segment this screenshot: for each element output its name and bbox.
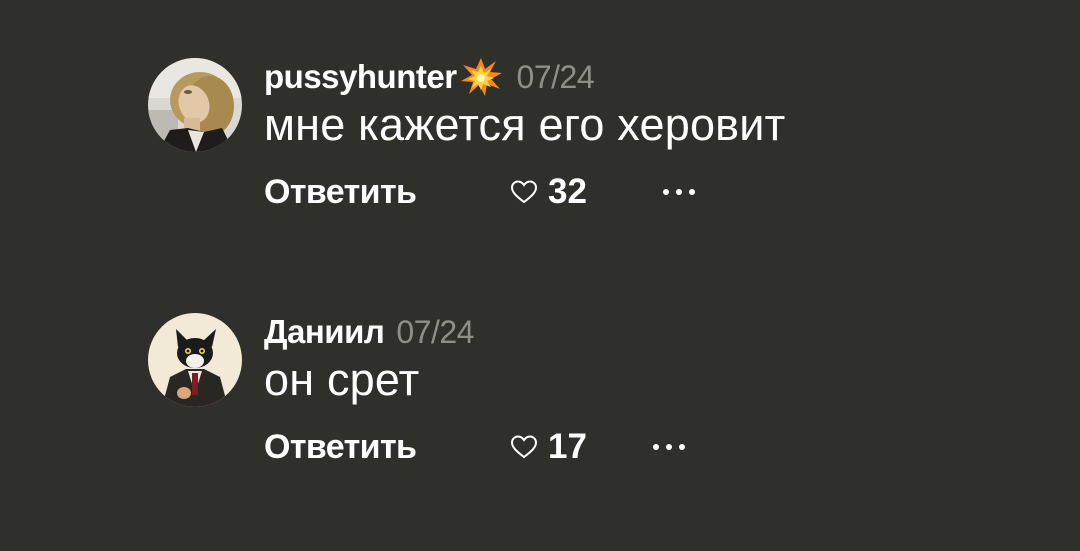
comment-actions: Ответить 32 (264, 171, 785, 213)
like-button[interactable]: 17 (510, 427, 652, 467)
reply-button[interactable]: Ответить (264, 173, 510, 212)
comment-text: мне кажется его херовит (264, 99, 786, 150)
more-dots-icon (663, 189, 695, 195)
more-options-button[interactable] (662, 177, 696, 207)
like-count: 32 (548, 172, 587, 211)
cat-in-suit-avatar-image (148, 313, 242, 407)
more-dots-icon (653, 444, 685, 450)
comments-feed: pussyhunter 07/24 мне кажется его херови… (0, 0, 1080, 551)
man-looking-up-avatar-image (148, 58, 242, 152)
collision-emoji-icon (459, 57, 503, 97)
avatar[interactable] (148, 58, 242, 152)
comment-date: 07/24 (516, 58, 595, 95)
comment-text: он срет (264, 354, 420, 405)
comment-item: pussyhunter 07/24 мне кажется его херови… (148, 58, 785, 213)
comment-date: 07/24 (396, 313, 474, 350)
reply-button[interactable]: Ответить (264, 428, 510, 467)
like-button[interactable]: 32 (510, 172, 662, 212)
like-count: 17 (548, 427, 587, 466)
comment-item: Даниил 07/24 он срет Ответить 17 (148, 313, 686, 468)
heart-outline-icon (510, 434, 538, 460)
avatar[interactable] (148, 313, 242, 407)
username[interactable]: Даниил (264, 313, 385, 351)
username[interactable]: pussyhunter (264, 58, 457, 96)
more-options-button[interactable] (652, 432, 686, 462)
comment-actions: Ответить 17 (264, 426, 686, 468)
heart-outline-icon (510, 179, 538, 205)
